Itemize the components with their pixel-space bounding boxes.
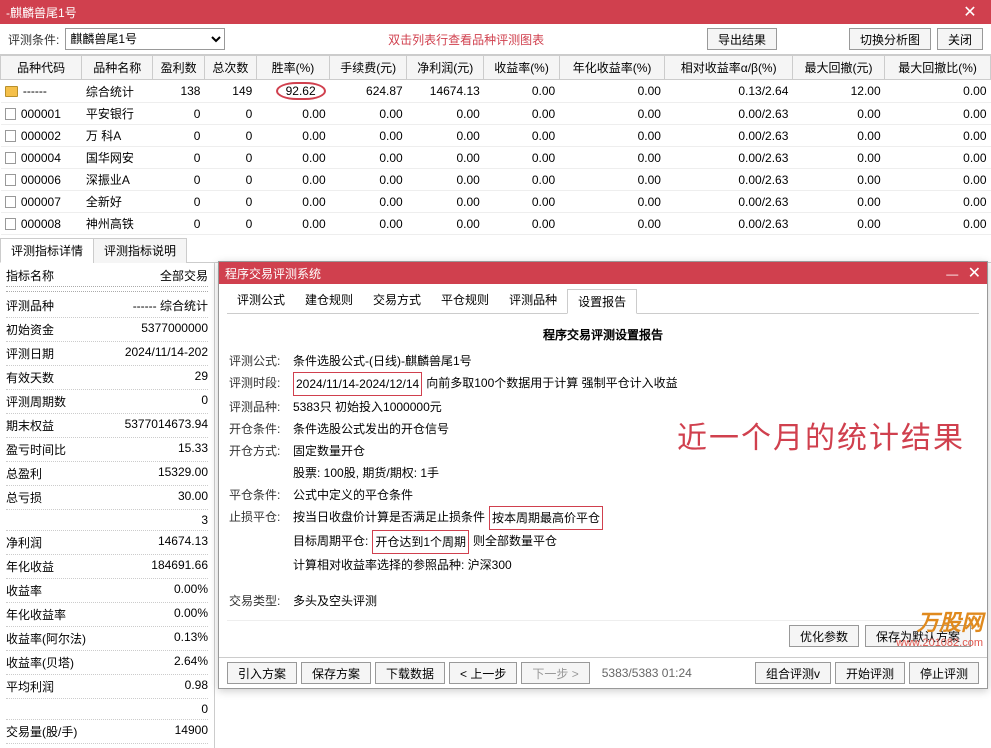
report-window: 程序交易评测系统 — ✕ 评测公式建仓规则交易方式平仓规则评测品种设置报告 程序…: [218, 261, 988, 689]
indicator-panel: 指标名称 全部交易 评测品种------ 综合统计初始资金5377000000评…: [0, 263, 215, 748]
indicator-row: 收益率(贝塔)2.64%: [6, 651, 208, 675]
optimize-button[interactable]: 优化参数: [789, 625, 859, 647]
close-icon[interactable]: ✕: [955, 2, 985, 22]
indicator-col2: 全部交易: [160, 267, 208, 284]
combo-eval-button[interactable]: 组合评测v: [755, 662, 831, 684]
col-header[interactable]: 手续费(元): [330, 56, 407, 80]
winrate-highlight: 92.62: [276, 82, 326, 100]
download-data-button[interactable]: 下载数据: [375, 662, 445, 684]
table-row[interactable]: 000008神州高铁000.000.000.000.000.000.00/2.6…: [1, 213, 991, 235]
indicator-col1: 指标名称: [6, 267, 54, 284]
col-header[interactable]: 品种代码: [1, 56, 82, 80]
col-header[interactable]: 盈利数: [153, 56, 205, 80]
indicator-row: 收益率0.00%: [6, 579, 208, 603]
subwin-close-icon[interactable]: ✕: [968, 265, 981, 282]
table-row[interactable]: 000007全新好000.000.000.000.000.000.00/2.63…: [1, 191, 991, 213]
col-header[interactable]: 总次数: [204, 56, 256, 80]
window-title: -麒麟兽尾1号: [6, 4, 77, 21]
save-plan-button[interactable]: 保存方案: [301, 662, 371, 684]
col-header[interactable]: 收益率(%): [484, 56, 559, 80]
report-body: 程序交易评测设置报告 评测公式:条件选股公式-(日线)-麒麟兽尾1号 评测时段:…: [227, 320, 979, 620]
indicator-row: 盈亏时间比15.33: [6, 438, 208, 462]
indicator-row: 期末权益5377014673.94: [6, 414, 208, 438]
condition-label: 评测条件:: [8, 31, 59, 48]
report-title: 程序交易评测设置报告: [229, 324, 977, 346]
tab-desc[interactable]: 评测指标说明: [93, 238, 187, 263]
annotation-text: 近一个月的统计结果: [677, 428, 965, 450]
col-header[interactable]: 最大回撤比(%): [885, 56, 991, 80]
folder-icon: [5, 86, 18, 97]
toolbar-hint: 双击列表行查看品种评测图表: [231, 31, 701, 48]
indicator-row: 总盈利15329.00: [6, 462, 208, 486]
indicator-row: 净利润14674.13: [6, 531, 208, 555]
import-plan-button[interactable]: 引入方案: [227, 662, 297, 684]
file-icon: [5, 130, 16, 142]
tab-detail[interactable]: 评测指标详情: [0, 238, 94, 263]
results-table: 品种代码品种名称盈利数总次数胜率(%)手续费(元)净利润(元)收益率(%)年化收…: [0, 55, 991, 235]
file-icon: [5, 108, 16, 120]
report-tab[interactable]: 平仓规则: [431, 288, 499, 313]
next-step-button[interactable]: 下一步 >: [521, 662, 589, 684]
indicator-row: 评测品种------ 综合统计: [6, 294, 208, 318]
subwin-bottombar: 引入方案 保存方案 下载数据 < 上一步 下一步 > 5383/5383 01:…: [219, 657, 987, 688]
file-icon: [5, 152, 16, 164]
table-row[interactable]: 000004国华网安000.000.000.000.000.000.00/2.6…: [1, 147, 991, 169]
target-period-box: 开仓达到1个周期: [372, 530, 469, 554]
close-button[interactable]: 关闭: [937, 28, 983, 50]
start-eval-button[interactable]: 开始评测: [835, 662, 905, 684]
save-default-button[interactable]: 保存为默认方案: [865, 625, 971, 647]
subwin-title: 程序交易评测系统: [225, 265, 321, 282]
col-header[interactable]: 相对收益率α/β(%): [665, 56, 792, 80]
col-header[interactable]: 胜率(%): [256, 56, 329, 80]
stoploss-box: 按本周期最高价平仓: [489, 506, 603, 530]
col-header[interactable]: 品种名称: [82, 56, 153, 80]
indicator-row: 年化收益184691.66: [6, 555, 208, 579]
indicator-row: 评测日期2024/11/14-202: [6, 342, 208, 366]
col-header[interactable]: 年化收益率(%): [559, 56, 665, 80]
indicator-row: 总亏损30.00: [6, 486, 208, 510]
indicator-row: 有效天数29: [6, 366, 208, 390]
indicator-row: 年化收益率0.00%: [6, 603, 208, 627]
report-tab[interactable]: 交易方式: [363, 288, 431, 313]
table-row[interactable]: 000002万 科A000.000.000.000.000.000.00/2.6…: [1, 125, 991, 147]
minimize-icon[interactable]: —: [946, 267, 958, 281]
file-icon: [5, 218, 16, 230]
table-row[interactable]: 000006深振业A000.000.000.000.000.000.00/2.6…: [1, 169, 991, 191]
indicator-row: 初始资金5377000000: [6, 318, 208, 342]
col-header[interactable]: 最大回撤(元): [792, 56, 884, 80]
report-tabs: 评测公式建仓规则交易方式平仓规则评测品种设置报告: [227, 288, 979, 314]
main-toolbar: 评测条件: 麒麟兽尾1号 双击列表行查看品种评测图表 导出结果 切换分析图 关闭: [0, 24, 991, 55]
file-icon: [5, 174, 16, 186]
col-header[interactable]: 净利润(元): [407, 56, 484, 80]
export-button[interactable]: 导出结果: [707, 28, 777, 50]
lower-tabbar: 评测指标详情 评测指标说明: [0, 237, 991, 263]
table-row[interactable]: 000001平安银行000.000.000.000.000.000.00/2.6…: [1, 103, 991, 125]
date-range-box: 2024/11/14-2024/12/14: [293, 372, 422, 396]
indicator-row: 交易量(股/手)14900: [6, 720, 208, 744]
prev-step-button[interactable]: < 上一步: [449, 662, 517, 684]
report-tab[interactable]: 评测品种: [499, 288, 567, 313]
main-titlebar: -麒麟兽尾1号 ✕: [0, 0, 991, 24]
report-tab[interactable]: 评测公式: [227, 288, 295, 313]
progress-status: 5383/5383 01:24: [602, 666, 692, 680]
condition-select[interactable]: 麒麟兽尾1号: [65, 28, 225, 50]
file-icon: [5, 196, 16, 208]
indicator-row: 收益率(阿尔法)0.13%: [6, 627, 208, 651]
table-row[interactable]: ------综合统计13814992.62624.8714674.130.000…: [1, 80, 991, 103]
stop-eval-button[interactable]: 停止评测: [909, 662, 979, 684]
indicator-row: 评测周期数0: [6, 390, 208, 414]
switch-view-button[interactable]: 切换分析图: [849, 28, 931, 50]
report-tab[interactable]: 设置报告: [567, 289, 637, 314]
indicator-row: 平均利润0.98: [6, 675, 208, 699]
report-tab[interactable]: 建仓规则: [295, 288, 363, 313]
